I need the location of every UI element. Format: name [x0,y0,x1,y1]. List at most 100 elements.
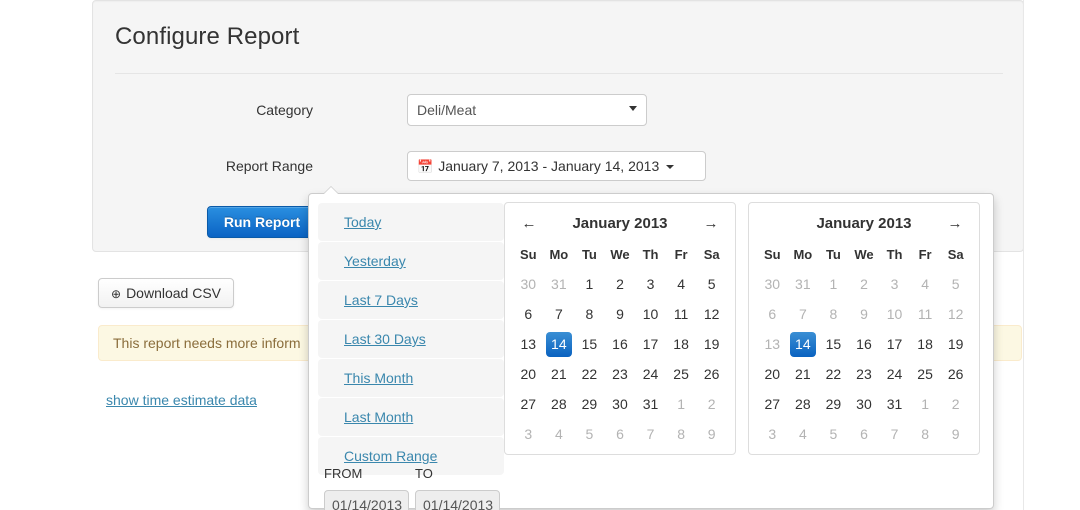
calendar-day-cell[interactable]: 12 [696,299,727,329]
calendar-day-cell[interactable]: 25 [910,359,941,389]
calendar-day-cell[interactable]: 4 [544,419,575,449]
calendar-day-cell[interactable]: 22 [818,359,849,389]
calendar-day-cell[interactable]: 1 [574,269,605,299]
range-preset-this-month[interactable]: This Month [318,359,504,397]
calendar-day-cell[interactable]: 29 [574,389,605,419]
calendar-day-cell[interactable]: 30 [513,269,544,299]
calendar-day-cell[interactable]: 9 [940,419,971,449]
calendar-day-cell[interactable]: 6 [849,419,880,449]
calendar-day-cell[interactable]: 1 [910,389,941,419]
calendar-day-cell[interactable]: 14 [788,329,819,359]
calendar-day-cell[interactable]: 4 [788,419,819,449]
show-time-estimate-link[interactable]: show time estimate data [106,392,257,408]
calendar-day-cell[interactable]: 7 [544,299,575,329]
calendar-day-cell[interactable]: 18 [666,329,697,359]
calendar-day-cell[interactable]: 13 [513,329,544,359]
calendar-day-cell[interactable]: 23 [605,359,636,389]
calendar-day-cell[interactable]: 17 [879,329,910,359]
range-preset-today[interactable]: Today [318,203,504,241]
calendar-day-cell[interactable]: 30 [605,389,636,419]
download-csv-button[interactable]: ⊕ Download CSV [98,278,234,308]
calendar-day-cell[interactable]: 31 [635,389,666,419]
calendar-day-cell[interactable]: 31 [544,269,575,299]
calendar-day-cell[interactable]: 18 [910,329,941,359]
calendar-day-cell[interactable]: 3 [513,419,544,449]
category-select[interactable]: Deli/Meat [407,94,647,126]
calendar-day-cell: 7 [798,306,807,322]
range-preset-last-30-days[interactable]: Last 30 Days [318,320,504,358]
calendar-day-cell[interactable]: 28 [544,389,575,419]
calendar-day-cell[interactable]: 6 [605,419,636,449]
run-report-button[interactable]: Run Report [207,206,317,238]
calendar-day-cell[interactable]: 5 [696,269,727,299]
to-date-input[interactable]: 01/14/2013 [415,490,500,510]
from-date-input[interactable]: 01/14/2013 [324,490,409,510]
calendar-day-cell[interactable]: 19 [696,329,727,359]
calendar-day-cell[interactable]: 11 [666,299,697,329]
calendar-week-row: 6 7 8 9 10 11 12 [513,299,727,329]
calendar-day-cell[interactable]: 8 [910,419,941,449]
calendar-day-selected: 14 [545,331,572,357]
next-month-arrow-icon[interactable]: → [699,209,723,239]
calendar-day-cell[interactable]: 15 [818,329,849,359]
calendar-day-cell[interactable]: 10 [635,299,666,329]
to-label: TO [415,466,433,481]
calendar-day-cell[interactable]: 9 [696,419,727,449]
calendar-day-cell[interactable]: 29 [818,389,849,419]
calendar-week-row: 30 31 1 2 3 4 5 [513,269,727,299]
calendar-day-cell[interactable]: 16 [849,329,880,359]
calendar-day-cell[interactable]: 9 [605,299,636,329]
calendar-day-cell[interactable]: 6 [513,299,544,329]
calendar-day-cell[interactable]: 22 [574,359,605,389]
calendar-day-cell[interactable]: 24 [635,359,666,389]
calendar-day-cell[interactable]: 26 [696,359,727,389]
calendar-weekday: Fr [674,246,688,262]
calendar-day-cell[interactable]: 7 [879,419,910,449]
calendar-day-cell[interactable]: 15 [574,329,605,359]
calendar-day-cell[interactable]: 19 [940,329,971,359]
calendar-day-cell[interactable]: 1 [666,389,697,419]
calendar-day-cell[interactable]: 2 [940,389,971,419]
calendar-grid: Su Mo Tu We Th Fr Sa 30 31 1 2 3 4 5 6 7 8 9 10 11 12 13 14 15 1… [757,239,971,449]
calendar-day-cell[interactable]: 16 [605,329,636,359]
range-preset-last-month[interactable]: Last Month [318,398,504,436]
calendar-day-cell[interactable]: 2 [605,269,636,299]
calendar-day-cell[interactable]: 7 [635,419,666,449]
calendar-day-cell[interactable]: 3 [757,419,788,449]
calendar-day-cell[interactable]: 5 [574,419,605,449]
range-preset-last-7-days[interactable]: Last 7 Days [318,281,504,319]
calendar-day-cell[interactable]: 5 [818,419,849,449]
calendar-day-cell[interactable]: 23 [849,359,880,389]
calendar-day-cell[interactable]: 21 [788,359,819,389]
calendar-day-cell[interactable]: 2 [696,389,727,419]
calendar-day-cell[interactable]: 27 [757,389,788,419]
calendar-day-cell[interactable]: 25 [666,359,697,389]
calendar-day-cell[interactable]: 3 [635,269,666,299]
report-range-button[interactable]: 📅 January 7, 2013 - January 14, 2013 [407,151,706,181]
calendar-day-cell[interactable]: 31 [879,389,910,419]
calendar-day-cell: 6 [768,306,777,322]
next-month-arrow-icon[interactable]: → [943,209,967,239]
range-preset-yesterday[interactable]: Yesterday [318,242,504,280]
from-label: FROM [324,466,363,481]
calendar-week-row: 27 28 29 30 31 1 2 [757,389,971,419]
calendar-day-cell[interactable]: 4 [666,269,697,299]
calendar-day-cell[interactable]: 14 [544,329,575,359]
calendar-day-cell[interactable]: 27 [513,389,544,419]
calendar-day-cell[interactable]: 8 [574,299,605,329]
calendar-day-cell[interactable]: 8 [666,419,697,449]
calendar-week-row: 3456789 [513,419,727,449]
calendar-day-cell[interactable]: 30 [849,389,880,419]
prev-month-arrow-icon[interactable]: ← [517,209,541,239]
calendar-day-cell[interactable]: 28 [788,389,819,419]
calendar-day-cell[interactable]: 20 [757,359,788,389]
calendar-day-cell[interactable]: 20 [513,359,544,389]
preset-ranges-list: Today Yesterday Last 7 Days Last 30 Days Thi… [318,203,504,476]
calendar-day-cell[interactable]: 21 [544,359,575,389]
calendar-day-cell[interactable]: 26 [940,359,971,389]
calendar-day-cell[interactable]: 24 [879,359,910,389]
calendar-week-row: 20 21 22 23 24 25 26 [757,359,971,389]
report-range-value: January 7, 2013 - January 14, 2013 [438,158,660,174]
calendar-day-cell[interactable]: 17 [635,329,666,359]
calendar-week-row: 20 21 22 23 24 25 26 [513,359,727,389]
